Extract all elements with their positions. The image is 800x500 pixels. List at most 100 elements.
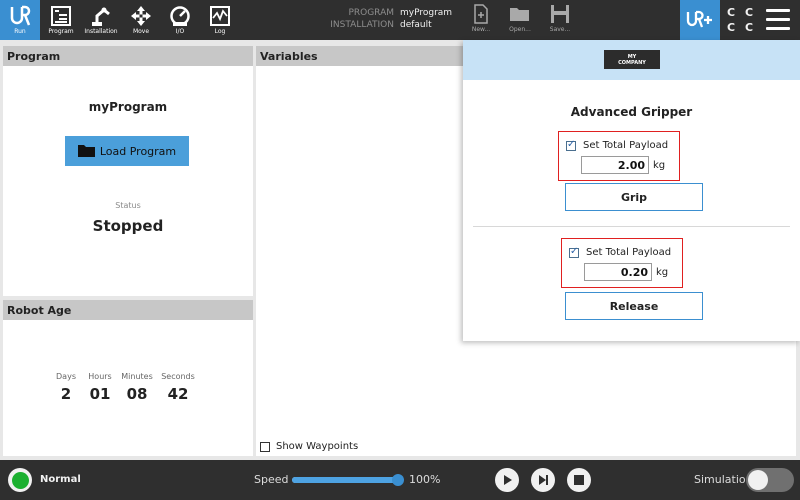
company-logo: MY COMPANY (604, 50, 660, 69)
play-icon (504, 475, 512, 485)
checkbox-checked-icon[interactable] (569, 246, 579, 258)
nav-installation-label: Installation (84, 28, 118, 35)
status-value: Stopped (92, 217, 164, 235)
urcaps-button[interactable] (680, 0, 720, 40)
move-arrows-icon (131, 6, 151, 26)
nav-program-tab[interactable]: Program (41, 0, 81, 40)
nav-run-tab[interactable]: Run (0, 0, 40, 40)
robot-age-title: Robot Age (3, 300, 253, 320)
installation-key: INSTALLATION (330, 20, 394, 30)
stop-button[interactable] (567, 468, 591, 492)
simulation-toggle-knob (748, 470, 768, 490)
grip-payload-unit: kg (653, 159, 666, 171)
program-panel-title: Program (3, 46, 253, 66)
grip-payload-label: Set Total Payload (583, 140, 669, 151)
age-minutes-label: Minutes (121, 372, 153, 381)
simulation-toggle[interactable] (746, 468, 794, 492)
grip-payload-row: kg (581, 156, 665, 174)
release-payload-label: Set Total Payload (586, 247, 672, 258)
release-payload-box: Set Total Payload kg (561, 238, 683, 288)
open-file-button[interactable]: Open... (503, 4, 537, 40)
power-status-button[interactable] (8, 468, 32, 492)
grip-button[interactable]: Grip (565, 183, 703, 211)
play-button[interactable] (495, 468, 519, 492)
cc-label: C (726, 21, 736, 34)
gripper-title: Advanced Gripper (570, 105, 693, 119)
logo-line-2: COMPANY (618, 60, 646, 66)
simulation-label: Simulation (694, 473, 753, 486)
nav-log-tab[interactable]: Log (200, 0, 240, 40)
speed-value: 100% (409, 473, 441, 486)
bottom-bar: Normal Speed 100% Simulation (0, 460, 800, 500)
overlay-header: MY COMPANY (463, 40, 800, 80)
save-file-button[interactable]: Save... (543, 4, 577, 40)
load-program-button[interactable]: Load Program (65, 136, 189, 166)
log-graph-icon (210, 6, 230, 26)
age-hours-value: 01 (89, 385, 111, 403)
nav-move-label: Move (132, 28, 150, 35)
age-seconds-label: Seconds (161, 372, 195, 381)
nav-program-label: Program (48, 28, 74, 35)
cc-label: C (744, 21, 754, 34)
release-payload-checkbox[interactable]: Set Total Payload (569, 246, 672, 258)
show-waypoints-label: Show Waypoints (276, 441, 359, 452)
robot-age-counters: Days 2 Hours 01 Minutes 08 Seconds 42 (49, 372, 199, 403)
grip-payload-input[interactable] (581, 156, 649, 174)
release-payload-input[interactable] (584, 263, 652, 281)
age-days: Days 2 (49, 372, 83, 403)
grip-payload-checkbox[interactable]: Set Total Payload (566, 139, 669, 151)
robot-mode: Normal (40, 474, 81, 485)
nav-io-label: I/O (175, 28, 185, 35)
top-bar: Run Program Installation Move I/O Log PR… (0, 0, 800, 40)
advanced-gripper-overlay: MY COMPANY Advanced Gripper Set Total Pa… (463, 40, 800, 341)
release-button[interactable]: Release (565, 292, 703, 320)
checkbox-unchecked-icon[interactable] (260, 441, 270, 452)
nav-log-label: Log (214, 28, 226, 35)
program-name: myProgram (88, 100, 168, 114)
stop-icon (574, 475, 584, 485)
age-days-label: Days (56, 372, 76, 381)
age-minutes-value: 08 (126, 385, 148, 403)
nav-move-tab[interactable]: Move (121, 0, 161, 40)
speed-slider-thumb[interactable] (392, 474, 404, 486)
release-payload-row: kg (584, 263, 668, 281)
grip-payload-box: Set Total Payload kg (558, 131, 680, 181)
io-gauge-icon (170, 6, 190, 26)
load-program-label: Load Program (99, 144, 177, 158)
show-waypoints-checkbox[interactable]: Show Waypoints (260, 441, 358, 452)
connectivity-grid[interactable]: C C C C (722, 6, 758, 36)
open-folder-icon (510, 8, 529, 21)
hamburger-menu-icon[interactable] (766, 9, 790, 31)
folder-icon (77, 145, 95, 157)
checkbox-checked-icon[interactable] (566, 139, 576, 151)
program-key: PROGRAM (348, 8, 394, 18)
urcaps-plus-icon (686, 10, 712, 28)
speed-slider-fill (292, 477, 398, 483)
nav-io-tab[interactable]: I/O (160, 0, 200, 40)
speed-slider[interactable] (292, 474, 404, 486)
age-seconds: Seconds 42 (157, 372, 199, 403)
ur-logo-icon (10, 5, 31, 26)
age-seconds-value: 42 (167, 385, 189, 403)
program-info: PROGRAM myProgram INSTALLATION default (330, 7, 452, 31)
nav-installation-tab[interactable]: Installation (81, 0, 121, 40)
speed-label: Speed (254, 473, 289, 486)
new-file-label: New... (471, 26, 491, 33)
nav-run-label: Run (14, 28, 26, 35)
open-file-label: Open... (509, 26, 531, 33)
new-file-icon (474, 4, 488, 24)
power-status-indicator (11, 471, 29, 489)
new-file-button[interactable]: New... (464, 4, 498, 40)
status-label: Status (115, 201, 141, 210)
save-disk-icon (551, 5, 569, 23)
cc-label: C (726, 6, 736, 19)
save-file-label: Save... (549, 26, 571, 33)
overlay-divider (473, 226, 790, 227)
installation-value: default (400, 20, 432, 30)
age-minutes: Minutes 08 (117, 372, 157, 403)
robot-arm-icon (92, 7, 110, 26)
robot-age-panel: Robot Age Days 2 Hours 01 Minutes 08 Sec… (3, 300, 253, 456)
release-payload-unit: kg (656, 266, 669, 278)
step-button[interactable] (531, 468, 555, 492)
program-value: myProgram (400, 8, 453, 18)
